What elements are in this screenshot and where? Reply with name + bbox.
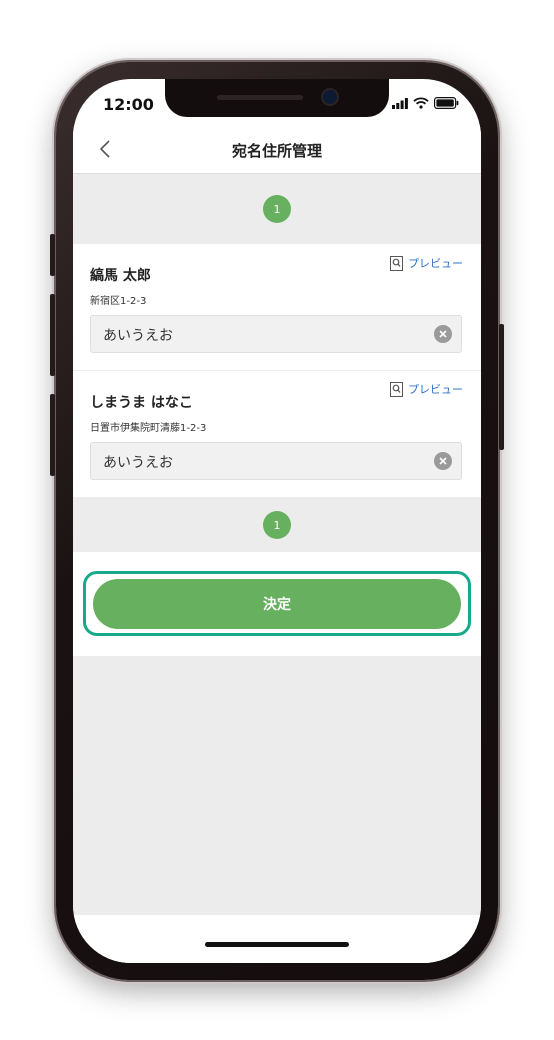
clear-circle-icon [439, 330, 447, 338]
recipient-address: 新宿区1-2-3 [90, 296, 147, 307]
preview-label: プレビュー [408, 383, 463, 396]
status-icons [392, 97, 459, 109]
recipient-address: 日置市伊集院町清藤1-2-3 [90, 423, 207, 434]
preview-link[interactable]: プレビュー [390, 381, 463, 397]
notch [165, 79, 389, 117]
submit-button[interactable]: 決定 [93, 579, 461, 629]
clear-button[interactable] [434, 325, 452, 343]
preview-label: プレビュー [408, 257, 463, 270]
clear-button[interactable] [434, 452, 452, 470]
recipient-card: しまうま はなこ 日置市伊集院町清藤1-2-3 プレビュー [73, 371, 481, 497]
volume-up-button [50, 294, 55, 376]
status-time: 12:00 [103, 95, 154, 114]
speaker [217, 95, 303, 100]
volume-down-button [50, 394, 55, 476]
page-title: 宛名住所管理 [231, 142, 322, 160]
pager-top: 1 [73, 174, 481, 244]
clear-circle-icon [439, 457, 447, 465]
battery-icon [434, 97, 459, 109]
page-indicator-bottom[interactable]: 1 [263, 511, 291, 539]
power-button [499, 324, 504, 450]
preview-link[interactable]: プレビュー [390, 255, 463, 271]
home-area [73, 915, 481, 963]
pager-bottom: 1 [73, 498, 481, 552]
recipient-text-field[interactable] [101, 316, 425, 354]
submit-section: 決定 [73, 552, 481, 656]
phone-screen: 12:00 宛名住所管理 1 縞馬 太郎 新宿区1-2-3 プレビュー あいうえ… [73, 79, 481, 963]
main-content: 1 縞馬 太郎 新宿区1-2-3 プレビュー あいうえお しまうま はなこ 日置… [73, 174, 481, 963]
signal-icon [392, 97, 408, 109]
highlight-frame: 決定 [83, 571, 471, 636]
mute-switch [50, 234, 55, 276]
page-indicator-top[interactable]: 1 [263, 195, 291, 223]
header: 宛名住所管理 [73, 127, 481, 174]
home-indicator[interactable] [205, 942, 349, 947]
magnifier-icon [390, 381, 403, 397]
recipient-input [90, 315, 462, 354]
recipient-text-field[interactable] [101, 443, 425, 481]
recipient-name: しまうま はなこ [90, 395, 193, 411]
magnifier-icon [390, 255, 403, 271]
recipient-input [90, 442, 462, 481]
wifi-icon [413, 97, 429, 109]
recipient-name: 縞馬 太郎 [90, 268, 151, 284]
recipient-card: 縞馬 太郎 新宿区1-2-3 プレビュー [73, 244, 481, 370]
front-camera [323, 90, 337, 104]
